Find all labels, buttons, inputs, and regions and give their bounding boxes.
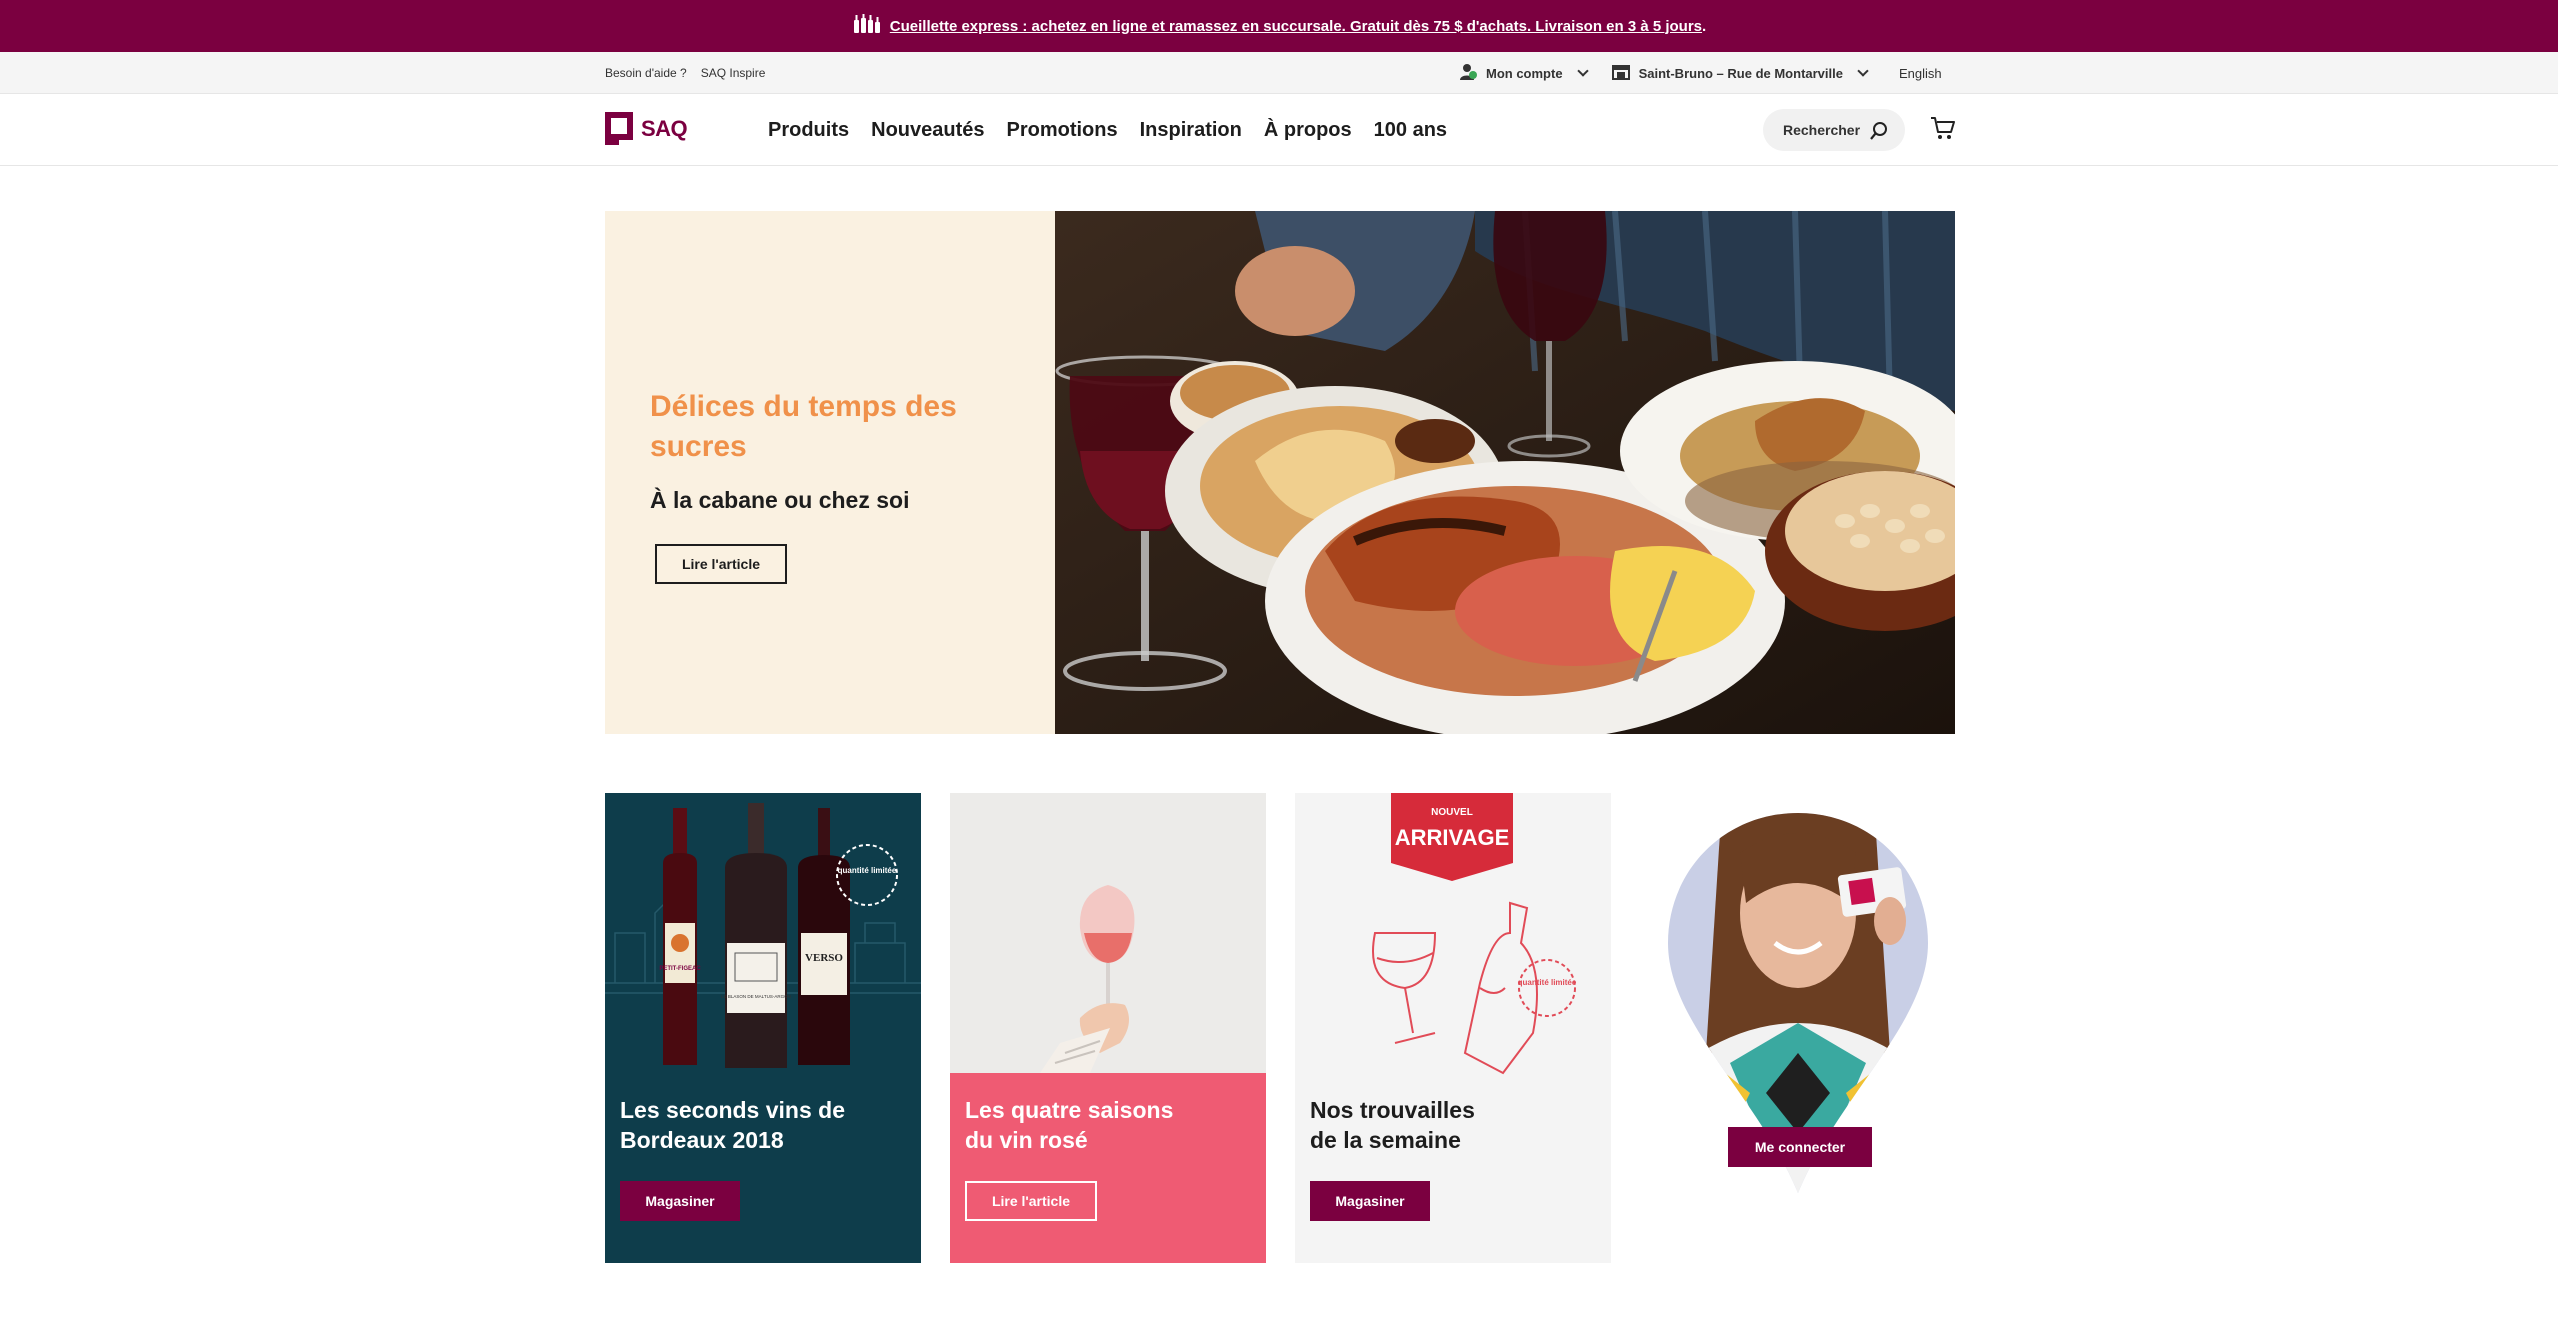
account-icon	[1458, 62, 1478, 85]
saq-logo-mark	[605, 112, 633, 146]
bottles-icon	[852, 14, 882, 38]
new-arrival-illustration: NOUVEL ARRIVAGE quantité limitée	[1372, 793, 1577, 1075]
chevron-down-icon	[1857, 65, 1869, 77]
read-article-button[interactable]: Lire l'article	[965, 1181, 1097, 1221]
card-title: Les seconds vins de Bordeaux 2018	[620, 1097, 845, 1153]
card-title: Les quatre saisons du vin rosé	[965, 1095, 1225, 1155]
utility-right: Mon compte Saint-Bruno – Rue de Montarvi…	[1458, 52, 1942, 94]
ribbon-main-text: ARRIVAGE	[1395, 825, 1510, 850]
utility-bar: Besoin d'aide ? SAQ Inspire Mon compte S…	[0, 52, 2558, 94]
shop-button[interactable]: Magasiner	[620, 1181, 740, 1221]
saq-logo-text: SAQ	[641, 116, 688, 141]
shop-button[interactable]: Magasiner	[1310, 1181, 1430, 1221]
hero-text-panel: Délices du temps des sucres À la cabane …	[605, 211, 1055, 734]
store-icon	[1611, 64, 1631, 83]
store-selector[interactable]: Saint-Bruno – Rue de Montarville	[1611, 64, 1869, 83]
card-trouvailles[interactable]: NOUVEL ARRIVAGE quantité limitée Nos tro…	[1295, 793, 1611, 1263]
search-button[interactable]: Rechercher	[1763, 109, 1905, 151]
card-title-line-2: de la semaine	[1310, 1127, 1461, 1153]
account-menu[interactable]: Mon compte	[1458, 62, 1589, 85]
ribbon-top-text: NOUVEL	[1431, 807, 1473, 818]
promo-banner: Cueillette express : achetez en ligne et…	[0, 0, 2558, 52]
cart-icon[interactable]	[1930, 116, 1956, 145]
nav-inspiration[interactable]: Inspiration	[1140, 119, 1242, 142]
promo-link[interactable]: Cueillette express : achetez en ligne et…	[890, 18, 1702, 35]
chevron-down-icon	[1576, 65, 1589, 77]
saq-logo[interactable]: SAQ	[605, 112, 688, 146]
nav-100-ans[interactable]: 100 ans	[1374, 119, 1447, 142]
card-title-line-1: Nos trouvailles	[1310, 1097, 1475, 1123]
rose-glass-photo	[950, 793, 1266, 1073]
main-nav: Produits Nouveautés Promotions Inspirati…	[768, 94, 1447, 166]
promo-period: .	[1702, 17, 1707, 35]
store-label: Saint-Bruno – Rue de Montarville	[1638, 65, 1843, 81]
bottle-label-1: PETIT-FIGEAC	[659, 966, 701, 972]
read-article-button[interactable]: Lire l'article	[655, 544, 787, 584]
account-label: Mon compte	[1486, 65, 1563, 81]
hero-title: Délices du temps des sucres	[650, 390, 957, 463]
card-title: Nos trouvailles de la semaine	[1310, 1095, 1530, 1155]
bottle-label-3: VERSO	[805, 952, 843, 964]
card-login-promo: Me connecter	[1640, 793, 1956, 1263]
card-rose[interactable]: Les quatre saisons du vin rosé Lire l'ar…	[950, 793, 1266, 1263]
bottle-label-2: LE BLASON DE MALTUS-ARGON	[721, 994, 791, 999]
hero-subtitle: À la cabane ou chez soi	[650, 487, 910, 513]
nav-nouveautes[interactable]: Nouveautés	[871, 119, 984, 142]
card-title-line-2: du vin rosé	[965, 1127, 1088, 1153]
main-header: SAQ Produits Nouveautés Promotions Inspi…	[0, 94, 2558, 166]
search-label: Rechercher	[1783, 122, 1861, 138]
bordeaux-bottles-image: PETIT-FIGEAC LE BLASON DE MALTUS-ARGON V…	[605, 803, 921, 1068]
card-title-line-1: Les quatre saisons	[965, 1097, 1174, 1123]
hero-food-photo[interactable]	[1055, 211, 1955, 734]
saq-inspire-link[interactable]: SAQ Inspire	[701, 66, 766, 80]
nav-a-propos[interactable]: À propos	[1264, 119, 1352, 142]
nav-produits[interactable]: Produits	[768, 119, 849, 142]
search-icon	[1869, 121, 1889, 144]
help-link[interactable]: Besoin d'aide ?	[605, 66, 687, 80]
card-bordeaux[interactable]: PETIT-FIGEAC LE BLASON DE MALTUS-ARGON V…	[605, 793, 921, 1263]
login-button[interactable]: Me connecter	[1728, 1127, 1872, 1167]
limited-badge: quantité limitée	[1518, 978, 1577, 987]
limited-badge: quantité limitée	[838, 866, 897, 875]
nav-promotions[interactable]: Promotions	[1007, 119, 1118, 142]
utility-links: Besoin d'aide ? SAQ Inspire	[605, 52, 765, 94]
hero-banner: Délices du temps des sucres À la cabane …	[605, 211, 1955, 734]
language-link[interactable]: English	[1899, 66, 1942, 81]
